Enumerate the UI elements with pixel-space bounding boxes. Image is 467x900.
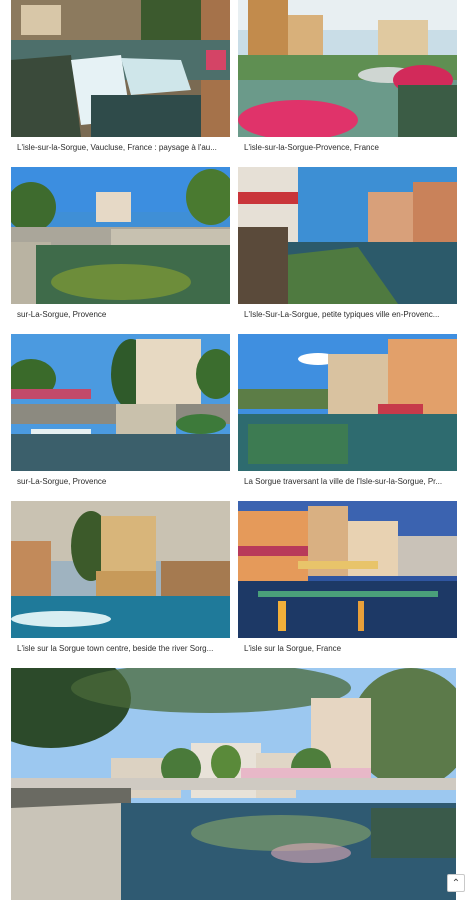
gallery-image[interactable] xyxy=(11,334,230,471)
chevron-up-icon: ⌃ xyxy=(451,877,461,889)
gallery-caption[interactable]: L'Isle-Sur-La-Sorgue, petite typiques vi… xyxy=(244,310,456,319)
gallery-caption[interactable]: sur-La-Sorgue, Provence xyxy=(17,310,229,319)
gallery-caption[interactable]: La Sorgue traversant la ville de l'Isle-… xyxy=(244,477,456,486)
gallery-caption[interactable]: L'isle-sur-la-Sorgue-Provence, France xyxy=(244,143,456,152)
gallery-image[interactable] xyxy=(238,167,457,304)
gallery-image[interactable] xyxy=(238,0,457,137)
image-gallery: L'isle-sur-la-Sorgue, Vaucluse, France :… xyxy=(0,0,467,900)
gallery-caption[interactable]: L'isle sur la Sorgue town centre, beside… xyxy=(17,644,229,653)
gallery-image[interactable] xyxy=(238,501,457,638)
gallery-caption[interactable]: L'isle-sur-la-Sorgue, Vaucluse, France :… xyxy=(17,143,229,152)
gallery-image[interactable] xyxy=(11,0,230,137)
gallery-caption[interactable]: L'isle sur la Sorgue, France xyxy=(244,644,456,653)
gallery-image[interactable] xyxy=(11,167,230,304)
gallery-caption[interactable]: sur-La-Sorgue, Provence xyxy=(17,477,229,486)
gallery-image[interactable] xyxy=(11,501,230,638)
gallery-image[interactable] xyxy=(238,334,457,471)
scroll-to-top-button[interactable]: ⌃ xyxy=(447,874,465,892)
featured-image[interactable] xyxy=(11,668,456,900)
